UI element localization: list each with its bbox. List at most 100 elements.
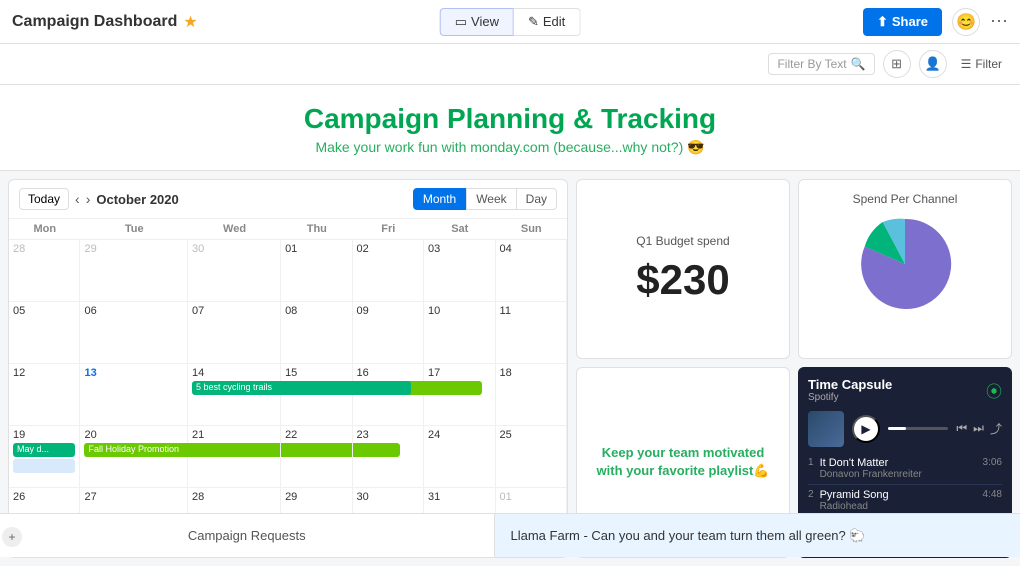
- blue-event[interactable]: [13, 459, 75, 473]
- cal-cell-13oct[interactable]: 13: [80, 364, 188, 426]
- topbar-right: ⬆ Share 😊 ⋯: [863, 8, 1008, 36]
- user-icon[interactable]: 👤: [919, 50, 947, 78]
- day-header-tue: Tue: [80, 219, 188, 240]
- week-view-tab[interactable]: Week: [466, 188, 516, 210]
- cal-cell-21oct[interactable]: 21: [188, 426, 281, 488]
- add-button[interactable]: +: [2, 527, 22, 547]
- spend-label: Spend Per Channel: [853, 192, 958, 206]
- spotify-info: Time Capsule Spotify: [808, 377, 892, 403]
- cal-cell-04oct[interactable]: 04: [496, 240, 567, 302]
- prev-month-button[interactable]: ‹: [75, 191, 80, 207]
- spotify-subtitle: Spotify: [808, 392, 892, 403]
- spotify-player: ▶ ⏮ ⏭ ⤴: [808, 411, 1002, 447]
- budget-widget: Q1 Budget spend $230: [576, 179, 790, 359]
- campaign-requests-label: Campaign Requests: [188, 528, 306, 543]
- cal-cell-17oct[interactable]: 17: [424, 364, 495, 426]
- track-2-info: Pyramid Song Radiohead: [820, 489, 983, 512]
- progress-bar[interactable]: [888, 427, 948, 430]
- track-2[interactable]: 2 Pyramid Song Radiohead 4:48: [808, 485, 1002, 517]
- cal-cell-12oct[interactable]: 12: [9, 364, 80, 426]
- main-grid: Today ‹ › October 2020 Month Week Day Mo…: [0, 171, 1020, 566]
- cal-cell-18oct[interactable]: 18: [496, 364, 567, 426]
- spotify-header: Time Capsule Spotify ⦿: [808, 377, 1002, 403]
- share-track-button[interactable]: ⤴: [990, 420, 1002, 437]
- track-1-name: It Don't Matter: [820, 457, 983, 469]
- cal-cell-15oct[interactable]: 15: [281, 364, 352, 426]
- cal-cell-16oct[interactable]: 16 May deals: [353, 364, 424, 426]
- view-tab[interactable]: ▭ View: [440, 8, 514, 36]
- player-controls: ⏮ ⏭ ⤴: [956, 420, 1002, 437]
- star-icon[interactable]: ★: [183, 12, 197, 32]
- day-header-thu: Thu: [281, 219, 352, 240]
- cal-cell-30sep[interactable]: 30: [188, 240, 281, 302]
- cal-cell-09oct[interactable]: 09: [353, 302, 424, 364]
- campaign-requests-section: Campaign Requests: [0, 514, 495, 557]
- filter-button[interactable]: ☰ Filter: [955, 54, 1008, 74]
- cal-cell-08oct[interactable]: 08: [281, 302, 352, 364]
- edit-tab[interactable]: ✎ Edit: [514, 8, 580, 36]
- cal-cell-10oct[interactable]: 10: [424, 302, 495, 364]
- filterbar: Filter By Text 🔍 ⊞ 👤 ☰ Filter: [0, 44, 1020, 85]
- cal-cell-11oct[interactable]: 11: [496, 302, 567, 364]
- cal-cell-02oct[interactable]: 02: [353, 240, 424, 302]
- budget-label: Q1 Budget spend: [636, 234, 729, 248]
- hero-subtitle: Make your work fun with monday.com (beca…: [0, 139, 1020, 156]
- hero-section: Campaign Planning & Tracking Make your w…: [0, 85, 1020, 171]
- spotify-logo-icon: ⦿: [986, 378, 1002, 402]
- motivation-text: Keep your team motivatedwith your favori…: [597, 444, 770, 480]
- spend-per-channel-widget: Spend Per Channel: [798, 179, 1012, 359]
- today-button[interactable]: Today: [19, 188, 69, 210]
- track-1-num: 1: [808, 457, 814, 480]
- llama-chat-section: Llama Farm - Can you and your team turn …: [495, 514, 1020, 557]
- grid-icon[interactable]: ⊞: [883, 50, 911, 78]
- page-title: Campaign Dashboard: [12, 13, 177, 31]
- album-art: [808, 411, 844, 447]
- calendar-widget: Today ‹ › October 2020 Month Week Day Mo…: [8, 179, 568, 558]
- cal-cell-28sep[interactable]: 28: [9, 240, 80, 302]
- avatar-icon[interactable]: 😊: [952, 8, 980, 36]
- cal-cell-03oct[interactable]: 03: [424, 240, 495, 302]
- cal-cell-05oct[interactable]: 05: [9, 302, 80, 364]
- cycling-event[interactable]: 5 best cycling trails: [192, 381, 410, 395]
- budget-amount: $230: [636, 256, 729, 304]
- day-header-fri: Fri: [353, 219, 424, 240]
- cal-cell-19oct[interactable]: 19 May d...: [9, 426, 80, 488]
- day-header-mon: Mon: [9, 219, 80, 240]
- month-label: October 2020: [96, 192, 178, 207]
- day-header-sat: Sat: [424, 219, 495, 240]
- track-2-artist: Radiohead: [820, 501, 983, 512]
- search-icon: 🔍: [851, 57, 866, 71]
- hero-title: Campaign Planning & Tracking: [0, 103, 1020, 135]
- cal-cell-07oct[interactable]: 07: [188, 302, 281, 364]
- filter-icon: ☰: [961, 57, 972, 71]
- cal-cell-20oct[interactable]: 20 Fall Holiday Promotion: [80, 426, 188, 488]
- llama-chat-text: Llama Farm - Can you and your team turn …: [511, 528, 866, 544]
- next-track-button[interactable]: ⏭: [973, 421, 984, 436]
- cal-cell-14oct[interactable]: 14 5 best cycling trails: [188, 364, 281, 426]
- bottom-bar: Campaign Requests Llama Farm - Can you a…: [0, 513, 1020, 557]
- view-edit-tabs: ▭ View ✎ Edit: [440, 8, 581, 36]
- share-button[interactable]: ⬆ Share: [863, 8, 942, 36]
- cal-cell-23oct[interactable]: 23: [353, 426, 424, 488]
- topbar: Campaign Dashboard ★ ▭ View ✎ Edit ⬆ Sha…: [0, 0, 1020, 44]
- track-1-info: It Don't Matter Donavon Frankenreiter: [820, 457, 983, 480]
- cal-cell-22oct[interactable]: 22: [281, 426, 352, 488]
- month-view-tab[interactable]: Month: [413, 188, 466, 210]
- may-d-event[interactable]: May d...: [13, 443, 75, 457]
- edit-icon: ✎: [528, 14, 539, 30]
- day-header-wed: Wed: [188, 219, 281, 240]
- filter-text-input[interactable]: Filter By Text 🔍: [768, 53, 874, 75]
- prev-track-button[interactable]: ⏮: [956, 421, 967, 436]
- cal-cell-29sep[interactable]: 29: [80, 240, 188, 302]
- more-options-button[interactable]: ⋯: [990, 11, 1008, 32]
- calendar-grid: Mon Tue Wed Thu Fri Sat Sun 28 29 30 01 …: [9, 219, 567, 550]
- cal-cell-24oct[interactable]: 24: [424, 426, 495, 488]
- cal-cell-25oct[interactable]: 25: [496, 426, 567, 488]
- play-button[interactable]: ▶: [852, 415, 880, 443]
- next-month-button[interactable]: ›: [86, 191, 91, 207]
- track-1[interactable]: 1 It Don't Matter Donavon Frankenreiter …: [808, 453, 1002, 485]
- cal-cell-01oct[interactable]: 01: [281, 240, 352, 302]
- cal-cell-06oct[interactable]: 06: [80, 302, 188, 364]
- day-view-tab[interactable]: Day: [517, 188, 557, 210]
- track-2-num: 2: [808, 489, 814, 512]
